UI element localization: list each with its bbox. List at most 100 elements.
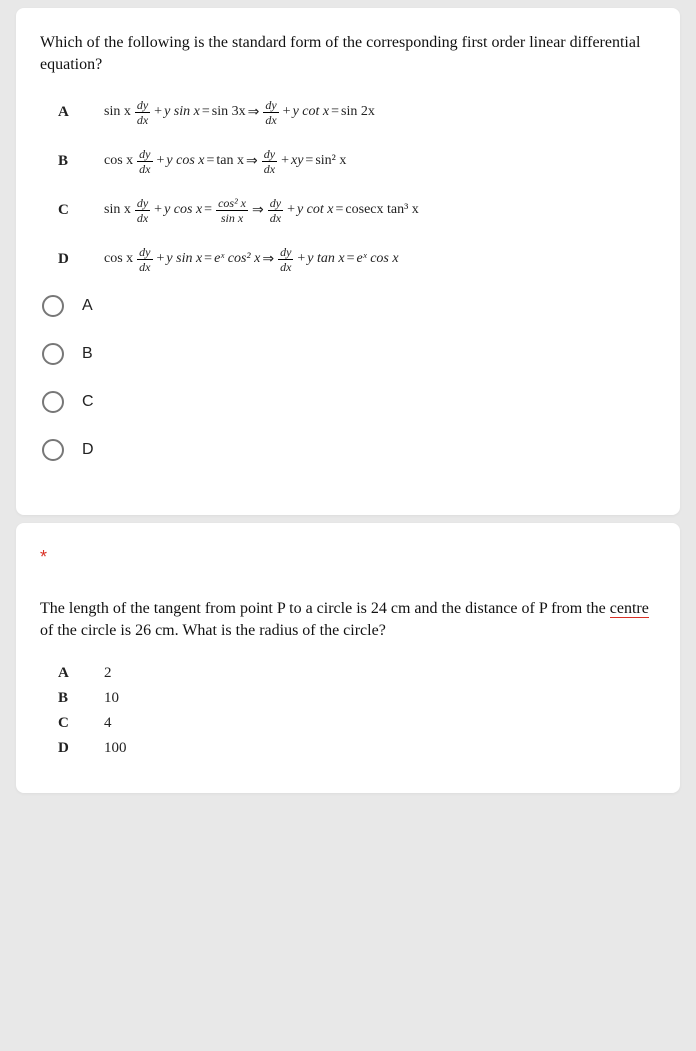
eq-text: sin 3x [212,104,246,120]
frac-den: dx [135,211,150,224]
eq-text: ⇒ [262,251,274,268]
radio-option-D[interactable]: D [42,439,656,461]
radio-circle-icon [42,439,64,461]
eq-text: = [347,251,355,267]
eq-text: = [331,104,339,120]
radio-label: C [82,393,94,411]
eq-text: sin x [104,104,131,120]
eq-text: = [204,251,212,267]
frac-den: dx [268,211,283,224]
prompt-pre: The length of the tangent from point P t… [40,600,610,617]
fraction-dydx: dydx [263,99,278,126]
eq-text: = [204,202,212,218]
answer-label: B [58,690,104,707]
fraction-dydx: dydx [278,246,293,273]
frac-den: dx [137,260,152,273]
eq-text: + [154,104,162,120]
equation-label: D [58,251,104,268]
eq-text: sin 2x [341,104,375,120]
answer-value: 2 [104,665,112,682]
eq-text: y cos x [166,153,204,169]
fraction-dydx: dydx [135,99,150,126]
equation-content: sin x dydx + y sin x = sin 3x ⇒ dydx + y… [104,99,375,126]
equation-row-C: C sin x dydx + y cos x = cos² xsin x ⇒ d… [58,197,656,224]
eq-text: sin x [104,202,131,218]
prompt-centre: centre [610,600,649,618]
frac-num: dy [137,148,152,162]
eq-text: + [157,251,165,267]
required-asterisk: * [40,547,656,568]
equation-table: A sin x dydx + y sin x = sin 3x ⇒ dydx +… [58,99,656,273]
frac-den: dx [135,113,150,126]
eq-text: = [207,153,215,169]
frac-num: dy [278,246,293,260]
frac-num: cos² x [216,197,248,211]
frac-den: dx [278,260,293,273]
eq-text: y cos x [164,202,202,218]
frac-num: dy [135,197,150,211]
frac-num: dy [137,246,152,260]
answer-label: C [58,715,104,732]
eq-text: tan x [216,153,244,169]
eq-text: y cot x [293,104,330,120]
question-card-1: Which of the following is the standard f… [16,8,680,515]
answer-value: 10 [104,690,119,707]
answer-row-C: C 4 [58,715,656,732]
equation-label: B [58,153,104,170]
eq-text: + [287,202,295,218]
equation-row-B: B cos x dydx + y cos x = tan x ⇒ dydx + … [58,148,656,175]
radio-circle-icon [42,343,64,365]
fraction-dydx: dydx [268,197,283,224]
eq-text: + [154,202,162,218]
radio-option-A[interactable]: A [42,295,656,317]
answer-label: D [58,740,104,757]
frac-den: dx [137,162,152,175]
frac-num: dy [268,197,283,211]
equation-row-A: A sin x dydx + y sin x = sin 3x ⇒ dydx +… [58,99,656,126]
equation-content: sin x dydx + y cos x = cos² xsin x ⇒ dyd… [104,197,419,224]
equation-label: C [58,202,104,219]
answer-value: 4 [104,715,112,732]
fraction-dydx: dydx [135,197,150,224]
answer-options: A B C D [42,295,656,461]
equation-content: cos x dydx + y sin x = eˣ cos² x ⇒ dydx … [104,246,399,273]
fraction-dydx: dydx [137,148,152,175]
eq-text: eˣ cos² x [214,251,260,267]
answer-value: 100 [104,740,127,757]
eq-text: + [283,104,291,120]
eq-text: ⇒ [246,153,258,170]
eq-text: cos x [104,153,133,169]
eq-text: = [305,153,313,169]
radio-label: B [82,345,93,363]
frac-num: dy [135,99,150,113]
eq-text: cosecx tan³ x [345,202,418,218]
answer-table: A 2 B 10 C 4 D 100 [58,665,656,757]
radio-option-C[interactable]: C [42,391,656,413]
eq-text: cos x [104,251,133,267]
eq-text: ⇒ [252,202,264,219]
fraction-dydx: dydx [262,148,277,175]
question-prompt: Which of the following is the standard f… [40,32,656,77]
prompt-post: of the circle is 26 cm. What is the radi… [40,622,386,639]
question-prompt: The length of the tangent from point P t… [40,598,656,643]
eq-text: + [281,153,289,169]
frac-num: dy [262,148,277,162]
eq-text: = [202,104,210,120]
fraction-dydx: dydx [137,246,152,273]
equation-content: cos x dydx + y cos x = tan x ⇒ dydx + xy… [104,148,346,175]
equation-label: A [58,104,104,121]
eq-text: + [297,251,305,267]
radio-label: A [82,297,93,315]
eq-text: sin² x [315,153,346,169]
answer-row-A: A 2 [58,665,656,682]
eq-text: + [157,153,165,169]
eq-text: ⇒ [248,104,260,121]
radio-label: D [82,441,94,459]
frac-den: dx [263,113,278,126]
radio-circle-icon [42,295,64,317]
radio-option-B[interactable]: B [42,343,656,365]
fraction-cos2x-sinx: cos² xsin x [216,197,248,224]
eq-text: y cot x [297,202,334,218]
eq-text: y tan x [307,251,344,267]
eq-text: eˣ cos x [357,251,399,267]
